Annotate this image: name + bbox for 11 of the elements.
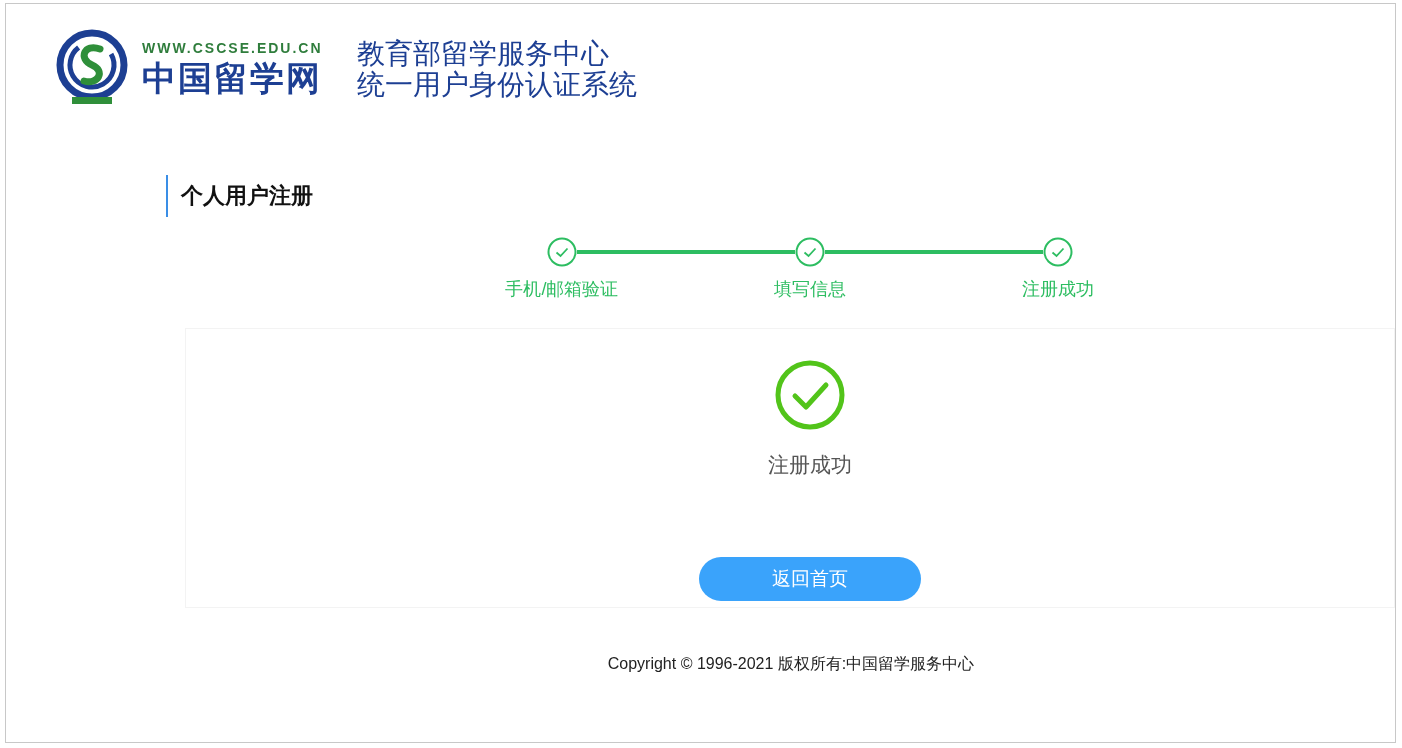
step-label: 手机/邮箱验证 <box>505 278 619 301</box>
success-message: 注册成功 <box>768 452 852 478</box>
step-label: 注册成功 <box>1022 278 1094 301</box>
system-title: 统一用户身份认证系统 <box>356 69 637 100</box>
copyright-text: Copyright © 1996-2021 版权所有:中国留学服务中心 <box>606 654 976 674</box>
step-label: 填写信息 <box>774 278 846 301</box>
system-title: 教育部留学服务中心 <box>356 38 610 69</box>
page-title: 个人用户注册 <box>166 175 1395 217</box>
home-button[interactable]: 返回首页 <box>699 557 921 601</box>
logo-name-text: 中国留学网 <box>142 57 323 99</box>
logo-url-text: WWW.CSCSE.EDU.CN <box>142 39 323 57</box>
